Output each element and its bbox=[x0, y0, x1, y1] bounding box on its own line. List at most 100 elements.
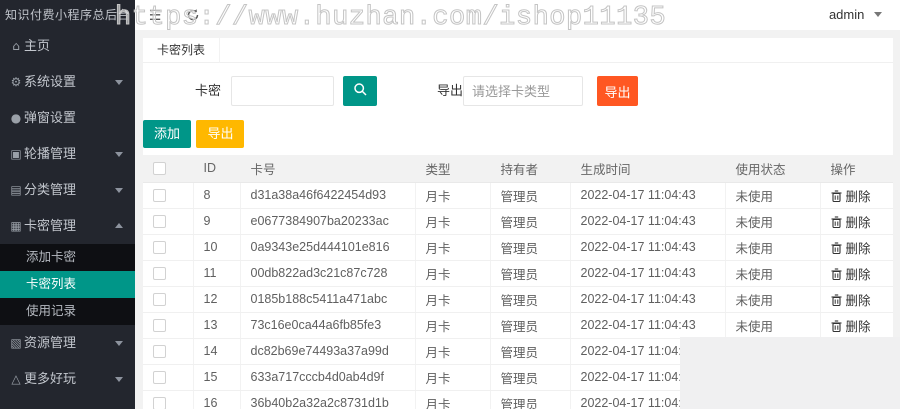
table-row: 120185b188c5411a471abc月卡管理员2022-04-17 11… bbox=[143, 286, 893, 312]
col-header-card: 卡号 bbox=[240, 155, 415, 182]
row-checkbox[interactable] bbox=[153, 189, 166, 202]
cell-id: 14 bbox=[193, 338, 240, 364]
cell-type: 月卡 bbox=[415, 390, 490, 409]
keyword-input[interactable] bbox=[231, 76, 334, 106]
cell-holder: 管理员 bbox=[490, 286, 570, 312]
app-title: 知识付费小程序总后台 bbox=[0, 0, 135, 28]
resource-icon: ▧ bbox=[9, 325, 23, 361]
col-header-id: ID bbox=[193, 155, 240, 182]
chevron-down-icon bbox=[115, 341, 123, 346]
add-button[interactable]: 添加 bbox=[143, 120, 191, 148]
row-checkbox[interactable] bbox=[153, 319, 166, 332]
cell-holder: 管理员 bbox=[490, 364, 570, 390]
export-selected-button[interactable]: 导出 bbox=[196, 120, 244, 148]
delete-link[interactable]: 删除 bbox=[846, 242, 871, 256]
cell-actions: 删除 bbox=[820, 312, 893, 338]
row-checkbox[interactable] bbox=[153, 293, 166, 306]
table-row: 1100db822ad3c21c87c728月卡管理员2022-04-17 11… bbox=[143, 260, 893, 286]
table-header-row: ID 卡号 类型 持有者 生成时间 使用状态 操作 bbox=[143, 155, 893, 182]
category-icon: ▤ bbox=[9, 172, 23, 208]
cell-status: 未使用 bbox=[725, 286, 820, 312]
sidebar-item-category[interactable]: ▤ 分类管理 bbox=[0, 172, 135, 208]
trash-icon bbox=[831, 294, 842, 306]
cell-holder: 管理员 bbox=[490, 312, 570, 338]
row-checkbox[interactable] bbox=[153, 345, 166, 358]
circle-icon: ● bbox=[9, 100, 23, 136]
cell-card-number: 36b40b2a32a2c8731d1b bbox=[240, 390, 415, 409]
cell-status: 未使用 bbox=[725, 260, 820, 286]
cell-status: 未使用 bbox=[725, 208, 820, 234]
col-header-time: 生成时间 bbox=[570, 155, 725, 182]
cell-id: 8 bbox=[193, 182, 240, 208]
sidebar-item-more-fun[interactable]: △ 更多好玩 bbox=[0, 361, 135, 397]
row-checkbox[interactable] bbox=[153, 267, 166, 280]
sidebar-item-carousel[interactable]: ▣ 轮播管理 bbox=[0, 136, 135, 172]
cell-card-number: 633a717cccb4d0ab4d9f bbox=[240, 364, 415, 390]
sidebar-item-popup-settings[interactable]: ● 弹窗设置 bbox=[0, 100, 135, 136]
delete-link[interactable]: 删除 bbox=[846, 320, 871, 334]
filter-row: 卡密 导出 导出 bbox=[143, 76, 893, 106]
cell-created-time: 2022-04-17 11:04:43 bbox=[570, 312, 725, 338]
search-icon bbox=[353, 82, 368, 97]
cell-type: 月卡 bbox=[415, 234, 490, 260]
delete-link[interactable]: 删除 bbox=[846, 190, 871, 204]
sidebar-item-label: 轮播管理 bbox=[24, 146, 76, 161]
sidebar-item-label: 分类管理 bbox=[24, 182, 76, 197]
cell-actions: 删除 bbox=[820, 234, 893, 260]
cell-created-time: 2022-04-17 11:04:43 bbox=[570, 182, 725, 208]
delete-link[interactable]: 删除 bbox=[846, 268, 871, 282]
row-checkbox[interactable] bbox=[153, 215, 166, 228]
table-row: 1373c16e0ca44a6fb85fe3月卡管理员2022-04-17 11… bbox=[143, 312, 893, 338]
sidebar-item-system-settings[interactable]: ⚙ 系统设置 bbox=[0, 64, 135, 100]
card-type-select[interactable] bbox=[463, 76, 583, 106]
row-checkbox[interactable] bbox=[153, 371, 166, 384]
sidebar-item-home[interactable]: ⌂ 主页 bbox=[0, 28, 135, 64]
col-header-holder: 持有者 bbox=[490, 155, 570, 182]
menu-fold-icon[interactable]: ☰ bbox=[143, 0, 167, 30]
tab-card-key-list[interactable]: 卡密列表 bbox=[143, 38, 220, 63]
chevron-down-icon bbox=[115, 80, 123, 85]
cell-type: 月卡 bbox=[415, 312, 490, 338]
cell-id: 9 bbox=[193, 208, 240, 234]
cell-card-number: 00db822ad3c21c87c728 bbox=[240, 260, 415, 286]
sidebar-item-card-key[interactable]: ▦ 卡密管理 bbox=[0, 208, 135, 244]
cell-id: 10 bbox=[193, 234, 240, 260]
cell-card-number: 0a9343e25d444101e816 bbox=[240, 234, 415, 260]
sidebar-item-usage-records[interactable]: 使用记录 bbox=[0, 298, 135, 325]
user-menu[interactable]: admin bbox=[829, 0, 882, 30]
sidebar-item-add-card-key[interactable]: 添加卡密 bbox=[0, 244, 135, 271]
sidebar-item-label: 卡密管理 bbox=[24, 218, 76, 233]
sidebar-item-resources[interactable]: ▧ 资源管理 bbox=[0, 325, 135, 361]
row-checkbox[interactable] bbox=[153, 241, 166, 254]
cell-id: 12 bbox=[193, 286, 240, 312]
select-all-checkbox[interactable] bbox=[153, 162, 166, 175]
cell-status: 未使用 bbox=[725, 234, 820, 260]
cell-holder: 管理员 bbox=[490, 182, 570, 208]
export-button[interactable]: 导出 bbox=[597, 76, 638, 106]
sidebar-item-card-key-list[interactable]: 卡密列表 bbox=[0, 271, 135, 298]
chevron-down-icon bbox=[115, 188, 123, 193]
cell-holder: 管理员 bbox=[490, 338, 570, 364]
table-row: 100a9343e25d444101e816月卡管理员2022-04-17 11… bbox=[143, 234, 893, 260]
cell-status: 未使用 bbox=[725, 182, 820, 208]
col-header-type: 类型 bbox=[415, 155, 490, 182]
cell-created-time: 2022-04-17 11:04:43 bbox=[570, 286, 725, 312]
card-key-icon: ▦ bbox=[9, 208, 23, 244]
refresh-icon[interactable] bbox=[181, 0, 205, 30]
delete-link[interactable]: 删除 bbox=[846, 216, 871, 230]
cell-card-number: dc82b69e74493a37a99d bbox=[240, 338, 415, 364]
chevron-down-icon bbox=[874, 12, 882, 17]
delete-link[interactable]: 删除 bbox=[846, 294, 871, 308]
col-header-actions: 操作 bbox=[820, 155, 893, 182]
sidebar-item-label: 系统设置 bbox=[24, 74, 76, 89]
row-checkbox[interactable] bbox=[153, 397, 166, 409]
search-button[interactable] bbox=[343, 76, 377, 106]
cell-created-time: 2022-04-17 11:04:43 bbox=[570, 208, 725, 234]
trash-icon bbox=[831, 242, 842, 254]
trash-icon bbox=[831, 190, 842, 202]
col-header-status: 使用状态 bbox=[725, 155, 820, 182]
trash-icon bbox=[831, 216, 842, 228]
table-row: 8d31a38a46f6422454d93月卡管理员2022-04-17 11:… bbox=[143, 182, 893, 208]
cell-status: 未使用 bbox=[725, 312, 820, 338]
cell-created-time: 2022-04-17 11:04:43 bbox=[570, 260, 725, 286]
